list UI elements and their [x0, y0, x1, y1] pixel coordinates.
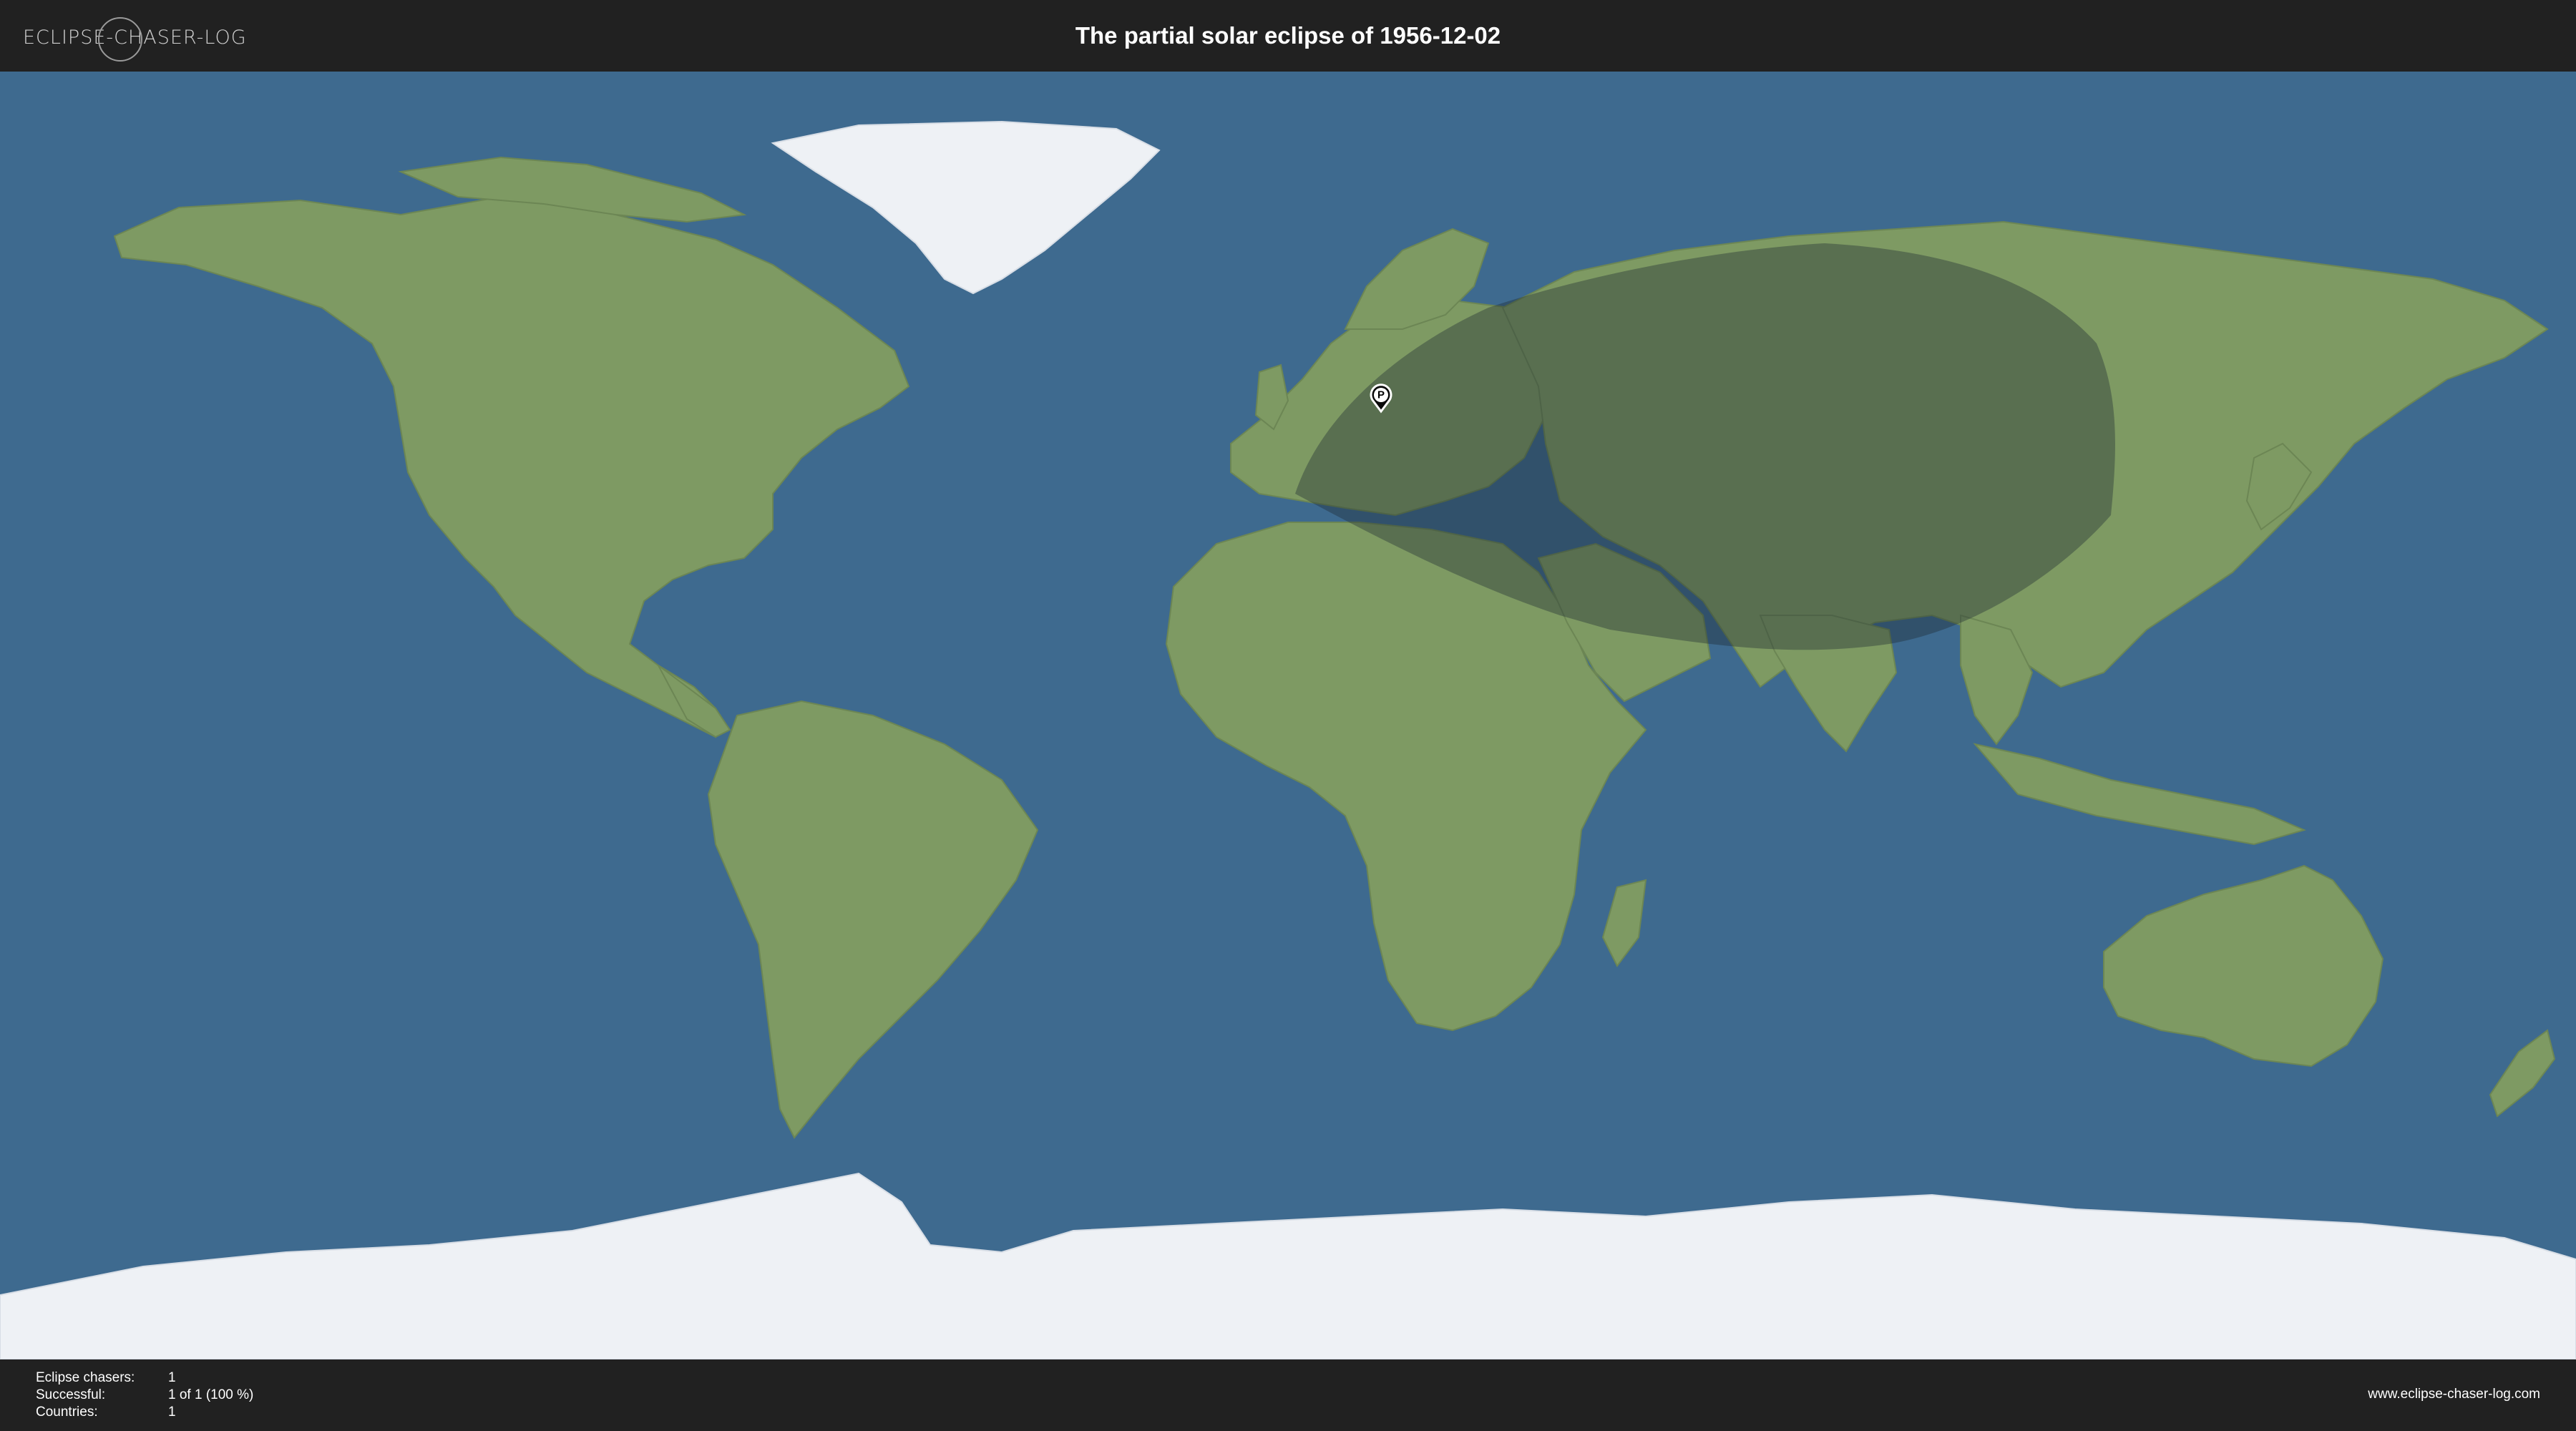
- stat-label: Eclipse chasers:: [36, 1370, 135, 1385]
- page-title: The partial solar eclipse of 1956-12-02: [1075, 22, 1501, 49]
- stat-label: Successful:: [36, 1387, 106, 1402]
- stat-value: 1 of 1 (100 %): [168, 1387, 254, 1402]
- logo-ring-icon: [98, 17, 142, 62]
- stat-value: 1: [168, 1370, 176, 1385]
- statistics-panel: Eclipse chasers: 1 Successful: 1 of 1 (1…: [36, 1369, 253, 1421]
- app: The partial solar eclipse of 1956-12-02 …: [0, 0, 2576, 1431]
- stat-label: Countries:: [36, 1405, 98, 1420]
- stat-row-countries: Countries: 1: [36, 1404, 253, 1421]
- logo[interactable]: ECLIPSE-CHASER-LOG: [23, 17, 247, 62]
- stat-row-chasers: Eclipse chasers: 1: [36, 1369, 253, 1387]
- site-url-link[interactable]: www.eclipse-chaser-log.com: [2368, 1387, 2540, 1402]
- stat-value: 1: [168, 1405, 176, 1420]
- bottom-bar: Eclipse chasers: 1 Successful: 1 of 1 (1…: [0, 1359, 2576, 1431]
- stat-row-successful: Successful: 1 of 1 (100 %): [36, 1387, 253, 1404]
- top-bar: The partial solar eclipse of 1956-12-02 …: [0, 0, 2576, 72]
- marker-label: P: [1377, 389, 1385, 401]
- world-map[interactable]: P: [0, 72, 2576, 1359]
